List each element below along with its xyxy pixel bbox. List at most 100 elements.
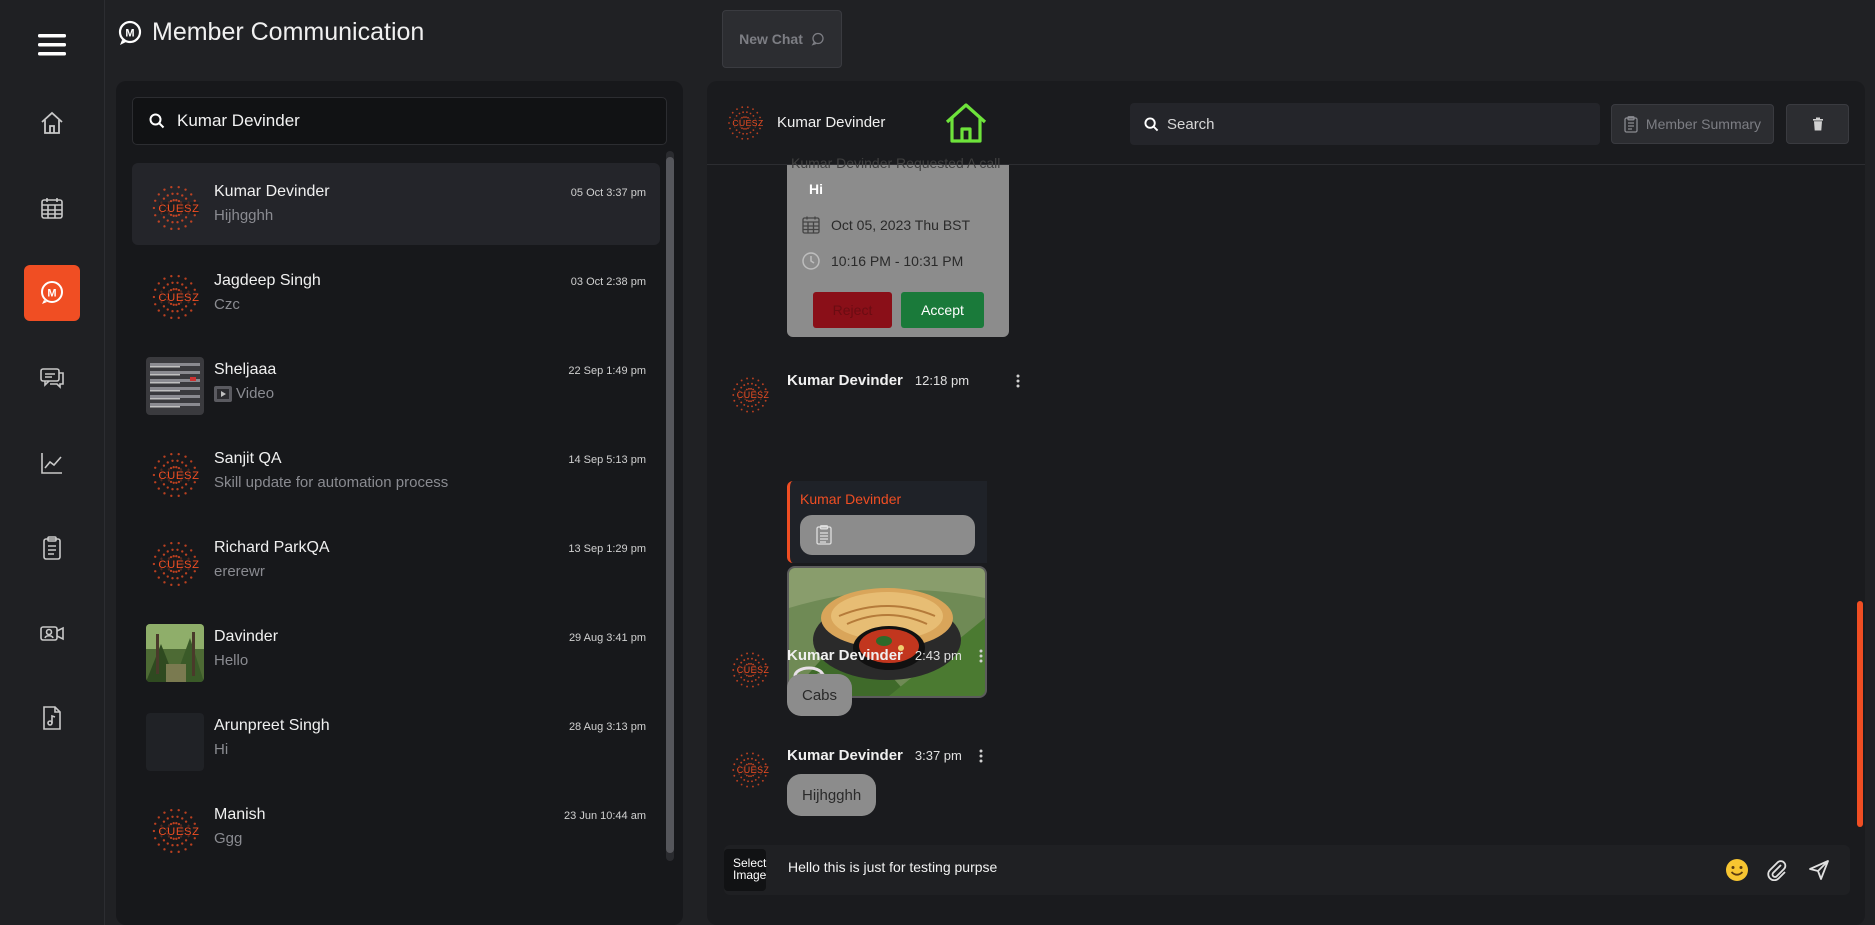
chat-header-name: Kumar Devinder <box>777 114 886 131</box>
reply-quote[interactable]: Kumar Devinder <box>787 481 987 563</box>
contact-item[interactable]: CUESZ Richard ParkQA ererewr 13 Sep 1:29 pm <box>132 519 660 601</box>
svg-text:CUESZ: CUESZ <box>158 470 199 482</box>
home-icon[interactable] <box>943 101 989 145</box>
video-thumbnail-icon <box>214 385 232 402</box>
select-image-button[interactable]: Select Image <box>724 849 766 891</box>
chat-m-icon: M <box>118 20 142 45</box>
svg-text:CUESZ: CUESZ <box>737 390 770 400</box>
contact-time: 23 Jun 10:44 am <box>564 810 646 822</box>
avatar: CUESZ <box>146 446 204 504</box>
message-header: Kumar Devinder 2:43 pm <box>787 647 988 664</box>
more-vertical-icon[interactable] <box>1011 373 1025 389</box>
message-time: 12:18 pm <box>914 373 970 388</box>
svg-text:CUESZ: CUESZ <box>158 826 199 838</box>
svg-text:M: M <box>47 288 56 300</box>
delete-chat-button[interactable] <box>1786 104 1849 144</box>
contact-preview: Skill update for automation process <box>214 474 448 491</box>
document-icon <box>816 525 832 545</box>
message-header: Kumar Devinder 12:18 pm <box>787 372 1025 389</box>
contact-list-scrollbar[interactable] <box>666 151 674 861</box>
contact-item[interactable]: CUESZ Manish Ggg 23 Jun 10:44 am <box>132 786 660 868</box>
contact-item[interactable]: Sheljaaa Video 22 Sep 1:49 pm <box>132 341 660 423</box>
contact-time: 13 Sep 1:29 pm <box>568 543 646 555</box>
svg-text:M: M <box>125 27 134 39</box>
contact-name: Arunpreet Singh <box>214 717 330 734</box>
cuesz-logo: CUESZ <box>152 185 199 231</box>
call-request-title: Kumar Devinder Requested A call <box>791 155 1001 171</box>
avatar: CUESZ <box>146 179 204 237</box>
call-request-greeting: Hi <box>809 181 823 197</box>
page-title: M Member Communication <box>116 18 424 47</box>
cuesz-logo: CUESZ <box>152 274 199 320</box>
contact-name: Manish <box>214 806 266 823</box>
svg-text:CUESZ: CUESZ <box>732 118 763 128</box>
message-input[interactable] <box>788 859 1688 875</box>
cuesz-logo: CUESZ <box>152 452 199 498</box>
more-vertical-icon[interactable] <box>974 748 988 764</box>
nav-member-communication[interactable]: M <box>24 265 80 321</box>
search-icon <box>1144 116 1159 131</box>
nav-home[interactable] <box>24 95 80 151</box>
chat-panel: CUESZ Kumar Devinder Member Summary Kuma… <box>707 81 1865 925</box>
nav-calendar[interactable] <box>24 180 80 236</box>
contact-time: 22 Sep 1:49 pm <box>568 365 646 377</box>
cuesz-logo: CUESZ <box>152 808 199 854</box>
clipboard-icon <box>1624 115 1638 133</box>
chat-m-icon: M <box>41 281 63 304</box>
chat-search-input[interactable] <box>1167 115 1587 133</box>
accept-button[interactable]: Accept <box>901 292 984 328</box>
contact-time: 29 Aug 3:41 pm <box>568 632 646 644</box>
reject-button[interactable]: Reject <box>813 292 892 328</box>
paperclip-icon <box>1767 860 1787 881</box>
message-composer: Select Image <box>724 845 1850 895</box>
contact-time: 05 Oct 3:37 pm <box>570 187 646 199</box>
message-author: Kumar Devinder <box>787 372 903 389</box>
trend-chart-icon <box>41 453 62 474</box>
contact-preview-text: Hello <box>214 652 249 669</box>
nav-rail: M <box>0 0 105 925</box>
member-summary-button[interactable]: Member Summary <box>1611 104 1774 144</box>
send-button[interactable] <box>1806 857 1832 883</box>
contact-preview-text: Video <box>236 385 275 402</box>
contact-name: Jagdeep Singh <box>214 272 321 289</box>
calendar-icon <box>41 198 63 219</box>
chat-scrollbar-thumb[interactable] <box>1857 601 1863 827</box>
page-title-text: Member Communication <box>152 18 425 46</box>
nav-video[interactable] <box>24 605 80 661</box>
contact-preview-text: Skill update for automation process <box>214 474 449 491</box>
clipboard-icon <box>43 536 61 560</box>
menu-icon[interactable] <box>36 30 68 60</box>
contact-time: 14 Sep 5:13 pm <box>568 454 646 466</box>
contact-item[interactable]: CUESZ Jagdeep Singh Czc 03 Oct 2:38 pm <box>132 252 660 334</box>
avatar-forest <box>146 624 204 682</box>
contact-name: Richard ParkQA <box>214 539 330 556</box>
scrollbar-thumb[interactable] <box>666 157 674 853</box>
contact-search-input[interactable] <box>177 111 637 131</box>
chat-bubble-icon <box>811 32 824 46</box>
contact-item[interactable]: CUESZ Kumar Devinder Hijhgghh 05 Oct 3:37 p… <box>132 163 660 245</box>
video-icon <box>40 626 64 641</box>
emoji-button[interactable] <box>1724 857 1750 883</box>
nav-clipboard[interactable] <box>24 520 80 576</box>
nav-chat[interactable] <box>24 350 80 406</box>
attach-button[interactable] <box>1764 857 1790 883</box>
contact-item[interactable]: CUESZ Sanjit QA Skill update for automatio… <box>132 430 660 512</box>
nav-audio-file[interactable] <box>24 690 80 746</box>
cuesz-logo: CUESZ <box>728 106 763 140</box>
message-author: Kumar Devinder <box>787 647 903 664</box>
contact-preview-text: Hijhgghh <box>214 207 274 224</box>
contact-name: Sanjit QA <box>214 450 282 467</box>
svg-text:CUESZ: CUESZ <box>158 292 199 304</box>
more-vertical-icon[interactable] <box>974 648 988 664</box>
search-icon <box>149 113 165 129</box>
contact-preview: Hijhgghh <box>214 207 273 224</box>
contact-item[interactable]: Arunpreet Singh Hi 28 Aug 3:13 pm <box>132 697 660 779</box>
contact-item[interactable]: Davinder Hello 29 Aug 3:41 pm <box>132 608 660 690</box>
avatar-blank <box>146 713 204 771</box>
new-chat-button[interactable]: New Chat <box>722 10 842 68</box>
nav-analytics[interactable] <box>24 435 80 491</box>
contact-preview: Hi <box>214 741 228 758</box>
cuesz-logo: CUESZ <box>732 752 769 788</box>
emoji-icon <box>1726 859 1748 881</box>
avatar <box>146 713 204 771</box>
